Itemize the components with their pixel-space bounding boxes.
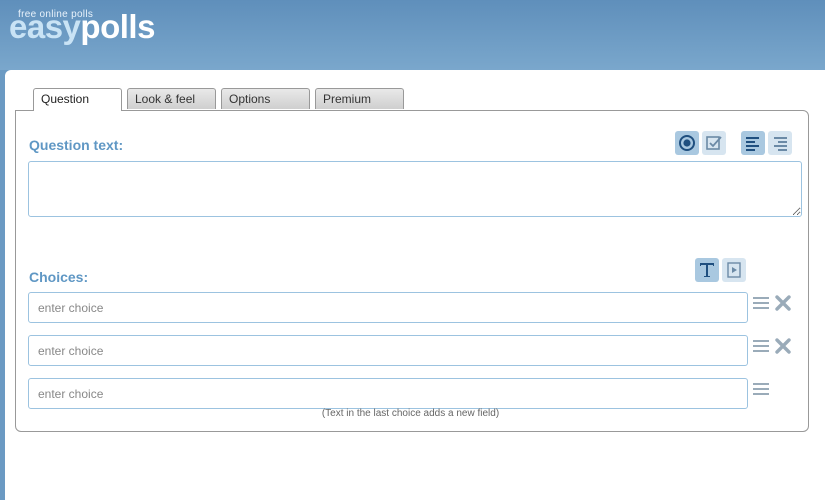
logo[interactable]: easypolls bbox=[9, 8, 155, 46]
text-choice-button[interactable] bbox=[695, 258, 719, 282]
header-bar: free online polls easypolls bbox=[0, 0, 825, 70]
drag-handle-icon[interactable] bbox=[753, 295, 769, 311]
tab-question[interactable]: Question bbox=[33, 88, 122, 111]
tab-premium[interactable]: Premium bbox=[315, 88, 404, 109]
align-left-icon bbox=[746, 137, 759, 151]
single-choice-button[interactable] bbox=[675, 131, 699, 155]
media-icon bbox=[727, 262, 741, 278]
question-text-label: Question text: bbox=[29, 137, 124, 153]
choices-label: Choices: bbox=[29, 269, 89, 285]
media-choice-button[interactable] bbox=[722, 258, 746, 282]
text-icon bbox=[700, 263, 714, 277]
tab-options[interactable]: Options bbox=[221, 88, 310, 109]
tab-label: Premium bbox=[323, 92, 372, 106]
logo-easy: easy bbox=[9, 8, 81, 45]
multiple-choice-button[interactable] bbox=[702, 131, 726, 155]
align-right-button[interactable] bbox=[768, 131, 792, 155]
radio-icon bbox=[679, 135, 695, 151]
choices-hint: (Text in the last choice adds a new fiel… bbox=[321, 408, 500, 419]
align-right-icon bbox=[774, 137, 787, 151]
choice-input-1[interactable] bbox=[28, 292, 748, 323]
tab-label: Question bbox=[41, 92, 90, 106]
question-text-input[interactable] bbox=[28, 161, 802, 217]
tab-look-and-feel[interactable]: Look & feel bbox=[127, 88, 216, 109]
delete-icon[interactable] bbox=[775, 295, 791, 311]
tab-label: Options bbox=[229, 92, 271, 106]
choice-input-3[interactable] bbox=[28, 378, 748, 409]
tab-label: Look & feel bbox=[135, 92, 196, 106]
choice-input-2[interactable] bbox=[28, 335, 748, 366]
logo-polls: polls bbox=[80, 8, 155, 45]
drag-handle-icon[interactable] bbox=[753, 338, 769, 354]
drag-handle-icon[interactable] bbox=[753, 381, 769, 397]
delete-icon[interactable] bbox=[775, 338, 791, 354]
checkbox-icon bbox=[706, 136, 722, 150]
align-left-button[interactable] bbox=[741, 131, 765, 155]
